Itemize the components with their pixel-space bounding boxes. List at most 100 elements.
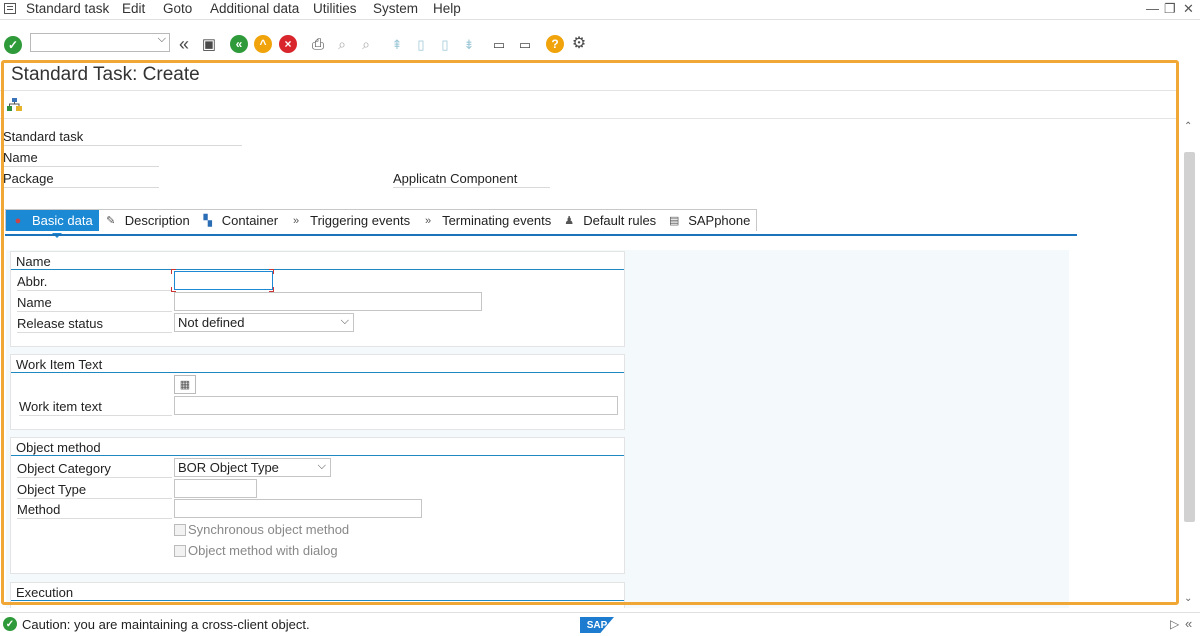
status-bar: ✓ Caution: you are maintaining a cross-c… bbox=[0, 612, 1200, 636]
value-help-icon[interactable]: ▦ bbox=[174, 375, 196, 394]
tab-terminating-events-label: Terminating events bbox=[442, 213, 552, 228]
dialog-checkbox[interactable]: Object method with dialog bbox=[174, 543, 338, 558]
event-icon: » bbox=[293, 214, 300, 227]
vertical-scrollbar[interactable]: ⌃ ⌄ bbox=[1182, 119, 1197, 607]
person-icon: ♟ bbox=[564, 215, 575, 227]
name-field-label: Name bbox=[17, 295, 52, 310]
menu-edit[interactable]: Edit bbox=[122, 1, 145, 16]
application-component-underline bbox=[393, 187, 550, 188]
tab-triggering-events[interactable]: » Triggering events bbox=[284, 210, 416, 231]
release-status-label-line bbox=[17, 332, 172, 333]
minimize-icon[interactable]: — bbox=[1146, 1, 1159, 16]
back-double-icon[interactable]: « bbox=[175, 35, 193, 53]
required-marker bbox=[171, 269, 176, 274]
chevron-down-icon: ⌵ bbox=[317, 460, 326, 472]
back-icon[interactable]: « bbox=[230, 35, 248, 53]
cancel-icon[interactable]: × bbox=[279, 35, 297, 53]
group-object-method-line bbox=[11, 455, 624, 456]
status-expand-icon[interactable]: ▷ bbox=[1170, 617, 1179, 631]
chevron-down-icon: ⌵ bbox=[340, 315, 349, 327]
required-marker bbox=[269, 269, 274, 274]
tab-description-label: Description bbox=[124, 213, 190, 228]
group-name-title: Name bbox=[16, 254, 51, 269]
name-underline bbox=[3, 166, 159, 167]
system-toolbar: ✓ ⌵ « ▣ « ^ × ⎙ ⌕ ⌕ ⇞ ▯ ▯ ⇟ ▭ ▭ ? ⚙ bbox=[0, 20, 1200, 60]
release-status-select[interactable]: Not defined ⌵ bbox=[174, 313, 354, 332]
tab-basic-data[interactable]: ● Basic data bbox=[6, 210, 99, 238]
name-input[interactable] bbox=[174, 292, 482, 311]
menu-system[interactable]: System bbox=[373, 1, 418, 16]
event-icon: » bbox=[425, 214, 432, 227]
menu-help[interactable]: Help bbox=[433, 1, 461, 16]
hierarchy-icon[interactable] bbox=[6, 97, 23, 112]
name-label: Name bbox=[3, 150, 38, 165]
application-toolbar bbox=[0, 90, 1176, 119]
shortcut-icon[interactable]: ▭ bbox=[516, 35, 534, 53]
object-category-select[interactable]: BOR Object Type ⌵ bbox=[174, 458, 331, 477]
last-page-icon[interactable]: ⇟ bbox=[460, 35, 478, 53]
release-status-label: Release status bbox=[17, 316, 103, 331]
next-page-icon[interactable]: ▯ bbox=[436, 35, 454, 53]
group-work-item-line bbox=[11, 372, 624, 373]
find-icon[interactable]: ⌕ bbox=[333, 35, 351, 53]
container-icon: ▚ bbox=[203, 215, 212, 227]
menu-additional-data[interactable]: Additional data bbox=[210, 1, 299, 16]
object-type-input[interactable] bbox=[174, 479, 257, 498]
package-underline bbox=[3, 187, 159, 188]
menu-goto[interactable]: Goto bbox=[163, 1, 192, 16]
first-page-icon[interactable]: ⇞ bbox=[388, 35, 406, 53]
page-title: Standard Task: Create bbox=[11, 64, 200, 85]
edit-doc-icon: ✎ bbox=[106, 215, 116, 227]
group-execution: Execution bbox=[10, 582, 625, 608]
close-window-icon[interactable]: ✕ bbox=[1183, 1, 1194, 17]
exit-icon[interactable]: ^ bbox=[254, 35, 272, 53]
prev-page-icon[interactable]: ▯ bbox=[412, 35, 430, 53]
tab-container-label: Container bbox=[221, 213, 279, 228]
work-item-text-input[interactable] bbox=[174, 396, 618, 415]
synchronous-checkbox[interactable]: Synchronous object method bbox=[174, 522, 349, 537]
object-type-label-line bbox=[17, 498, 172, 499]
standard-task-underline bbox=[3, 145, 242, 146]
help-icon[interactable]: ? bbox=[546, 35, 564, 53]
method-label-line bbox=[17, 518, 172, 519]
tab-underline bbox=[5, 234, 1077, 236]
method-label: Method bbox=[17, 502, 61, 517]
menu-utilities[interactable]: Utilities bbox=[313, 1, 357, 16]
object-category-label: Object Category bbox=[17, 461, 111, 476]
tab-terminating-events[interactable]: » Terminating events bbox=[416, 210, 557, 231]
status-collapse-icon[interactable]: « bbox=[1185, 616, 1192, 631]
hat-icon: ● bbox=[14, 214, 22, 227]
object-type-label: Object Type bbox=[17, 482, 87, 497]
tab-basic-data-label: Basic data bbox=[32, 213, 93, 228]
tab-sapphone[interactable]: ▤ SAPphone bbox=[662, 210, 756, 231]
sap-logo: SAP bbox=[580, 617, 614, 633]
object-category-label-line bbox=[17, 477, 172, 478]
group-execution-title: Execution bbox=[16, 585, 74, 600]
name-field-label-line bbox=[17, 311, 172, 312]
scroll-down-icon[interactable]: ⌄ bbox=[1184, 593, 1192, 604]
find-next-icon[interactable]: ⌕ bbox=[357, 35, 375, 53]
scroll-thumb[interactable] bbox=[1184, 152, 1195, 522]
print-icon[interactable]: ⎙ bbox=[309, 35, 327, 53]
tab-description[interactable]: ✎ Description bbox=[99, 210, 196, 231]
save-icon[interactable]: ▣ bbox=[200, 35, 218, 53]
customize-icon[interactable]: ⚙ bbox=[570, 35, 588, 53]
menu-standard-task[interactable]: Standard task bbox=[26, 1, 109, 16]
enter-icon[interactable]: ✓ bbox=[4, 36, 22, 54]
tab-default-rules[interactable]: ♟ Default rules bbox=[557, 210, 662, 231]
application-component-label: Applicatn Component bbox=[393, 171, 518, 186]
restore-icon[interactable]: ❐ bbox=[1164, 1, 1176, 17]
tab-strip: ● Basic data ✎ Description ▚ Container »… bbox=[5, 209, 758, 238]
abbr-input[interactable] bbox=[174, 271, 273, 290]
tab-triggering-events-label: Triggering events bbox=[310, 213, 411, 228]
command-field[interactable]: ⌵ bbox=[30, 33, 170, 52]
menu-icon[interactable] bbox=[4, 3, 16, 14]
create-session-icon[interactable]: ▭ bbox=[490, 35, 508, 53]
checkbox-box bbox=[174, 544, 186, 557]
release-status-value: Not defined bbox=[178, 315, 245, 330]
chevron-down-icon[interactable]: ⌵ bbox=[158, 33, 166, 46]
method-input[interactable] bbox=[174, 499, 422, 518]
tab-container[interactable]: ▚ Container bbox=[196, 210, 284, 231]
object-category-value: BOR Object Type bbox=[178, 460, 279, 475]
scroll-up-icon[interactable]: ⌃ bbox=[1184, 121, 1192, 132]
